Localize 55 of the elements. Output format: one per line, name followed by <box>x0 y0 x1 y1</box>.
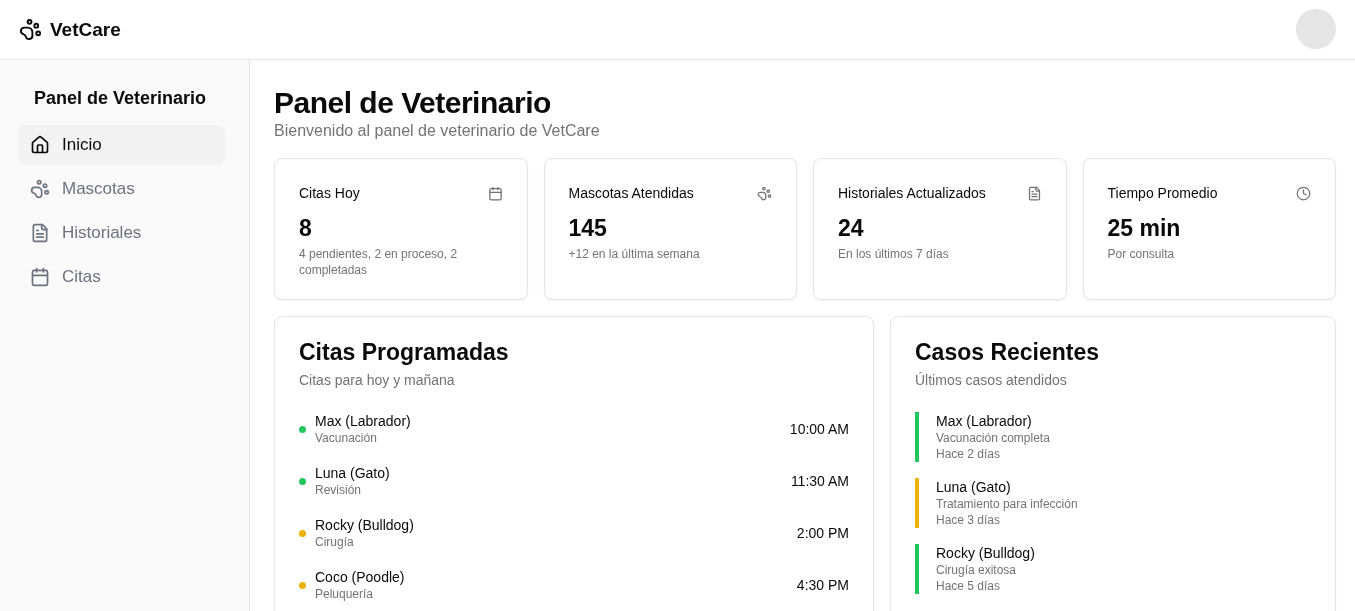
appointment-reason: Revisión <box>315 482 363 498</box>
document-icon <box>1026 185 1042 201</box>
stat-title: Tiempo Promedio <box>1107 185 1218 201</box>
stat-value: 25 min <box>1107 215 1182 242</box>
appointment-reason: Peluquería <box>315 586 375 602</box>
pet-name: Luna (Gato) <box>315 464 391 482</box>
appointment-reason: Cirugía <box>315 534 355 550</box>
case-detail: Tratamiento para infección <box>936 496 1079 512</box>
calendar-icon <box>487 185 503 201</box>
card-subtitle: Citas para hoy y mañana <box>299 372 456 388</box>
page-title: Panel de Veterinario <box>274 86 552 120</box>
avatar-button[interactable] <box>1296 8 1336 49</box>
sidebar-item[interactable]: Mascotas <box>18 169 225 209</box>
stat-note: +12 en la última semana <box>568 246 701 262</box>
pet-name: Luna (Gato) <box>936 478 1012 496</box>
pet-name: Coco (Poodle) <box>315 568 406 586</box>
stat-note: En los últimos 7 días <box>838 246 950 262</box>
appointment-time: 2:00 PM <box>796 525 849 541</box>
case-date: Hace 5 días <box>936 578 1002 594</box>
card-title: Casos Recientes <box>915 339 1101 366</box>
paw-icon <box>30 179 50 199</box>
appointment-time: 11:30 AM <box>790 473 849 489</box>
case-date: Hace 2 días <box>936 446 1002 462</box>
pet-name: Max (Labrador) <box>315 412 412 430</box>
stat-note: 4 pendientes, 2 en proceso, 2 completadas <box>299 246 459 278</box>
pet-name: Rocky (Bulldog) <box>936 544 1036 562</box>
pet-name: Max (Labrador) <box>936 412 1033 430</box>
pet-name: Rocky (Bulldog) <box>315 516 415 534</box>
stat-title: Historiales Actualizados <box>838 185 986 201</box>
page-subtitle: Bienvenido al panel de veterinario de VetCare <box>274 122 601 140</box>
sidebar-item[interactable]: Historiales <box>18 213 225 253</box>
paw-icon <box>757 185 772 201</box>
appointment-time: 4:30 PM <box>796 577 849 593</box>
paw-icon <box>19 18 42 41</box>
case-date: Hace 3 días <box>936 512 1002 528</box>
appointment-time: 10:00 AM <box>789 421 849 437</box>
sidebar-item[interactable]: Inicio <box>18 125 225 165</box>
stat-note: Por consulta <box>1107 246 1176 262</box>
calendar-icon <box>30 267 50 287</box>
sidebar-item[interactable]: Citas <box>18 257 225 297</box>
card-subtitle: Últimos casos atendidos <box>915 372 1068 388</box>
case-detail: Cirugía exitosa <box>936 562 1018 578</box>
stat-value: 24 <box>838 215 865 242</box>
clock-icon <box>1296 185 1311 201</box>
stat-value: 145 <box>568 215 608 242</box>
document-icon <box>30 223 50 243</box>
home-icon <box>30 135 50 155</box>
sidebar-title: Panel de Veterinario <box>33 88 208 109</box>
stat-title: Mascotas Atendidas <box>568 185 694 201</box>
stat-value: 8 <box>299 215 313 242</box>
case-detail: Vacunación completa <box>936 430 1051 446</box>
brand-name: VetCare <box>50 18 121 41</box>
card-title: Citas Programadas <box>299 339 510 366</box>
appointment-reason: Vacunación <box>315 430 378 446</box>
stat-title: Citas Hoy <box>299 185 360 201</box>
